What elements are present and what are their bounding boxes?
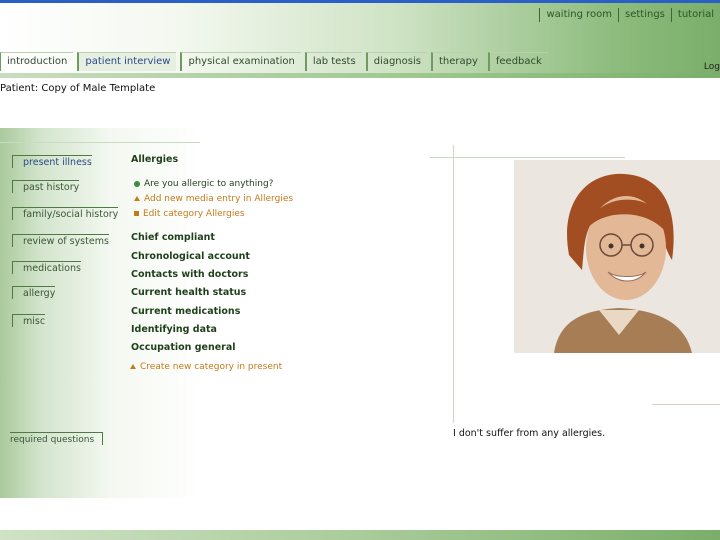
footer-bar — [0, 530, 720, 540]
triangle-up-icon — [134, 196, 140, 201]
question-label: Are you allergic to anything? — [144, 179, 274, 189]
triangle-up-icon — [130, 364, 136, 369]
patient-photo — [514, 160, 720, 353]
sidebar-item-past-history[interactable]: past history — [12, 180, 80, 193]
patient-title: Patient: Copy of Male Template — [0, 83, 156, 94]
header-bottom-bar — [0, 73, 720, 78]
sidebar-item-misc[interactable]: misc — [12, 314, 46, 327]
category-link-chief-compliant[interactable]: Chief compliant — [131, 232, 215, 243]
sidebar-top-divider — [0, 142, 200, 143]
add-media-link[interactable]: Add new media entry in Allergies — [134, 194, 293, 204]
main-tabs: introduction patient interview physical … — [0, 52, 552, 71]
util-link-tutorial[interactable]: tutorial — [670, 8, 720, 22]
answer-text: I don't suffer from any allergies. — [453, 428, 606, 439]
sidebar-item-allergy[interactable]: allergy — [12, 286, 56, 299]
tab-feedback[interactable]: feedback — [487, 52, 548, 71]
sidebar-item-family-social-history[interactable]: family/social history — [12, 207, 119, 220]
media-frame-bottom-line — [652, 404, 720, 405]
utility-nav: waiting room settings tutorial — [539, 8, 720, 22]
tab-diagnosis[interactable]: diagnosis — [365, 52, 427, 71]
green-dot-icon — [134, 180, 140, 187]
required-questions-link[interactable]: required questions — [10, 432, 104, 445]
category-link-current-medications[interactable]: Current medications — [131, 306, 240, 317]
add-media-label: Add new media entry in Allergies — [144, 194, 294, 204]
util-link-waiting-room[interactable]: waiting room — [539, 8, 618, 22]
edit-category-label: Edit category Allergies — [143, 209, 245, 219]
patient-portrait-image — [514, 160, 720, 353]
create-category-label: Create new category in present — [140, 362, 283, 372]
sidebar-item-medications[interactable]: medications — [12, 261, 81, 274]
sidebar-item-review-of-systems[interactable]: review of systems — [12, 234, 109, 247]
logout-link[interactable]: Log — [704, 62, 720, 72]
tab-patient-interview[interactable]: patient interview — [77, 52, 177, 71]
tab-physical-examination[interactable]: physical examination — [180, 52, 301, 71]
category-link-current-health-status[interactable]: Current health status — [131, 287, 246, 298]
square-icon — [134, 211, 139, 216]
edit-category-link[interactable]: Edit category Allergies — [134, 209, 245, 219]
category-link-contacts-with-doctors[interactable]: Contacts with doctors — [131, 269, 248, 280]
media-frame-top-line — [430, 157, 625, 158]
category-link-occupation-general[interactable]: Occupation general — [131, 342, 236, 353]
section-title: Allergies — [131, 154, 179, 165]
category-link-chronological-account[interactable]: Chronological account — [131, 251, 250, 262]
tab-introduction[interactable]: introduction — [0, 52, 74, 71]
tab-lab-tests[interactable]: lab tests — [304, 52, 362, 71]
tab-therapy[interactable]: therapy — [430, 52, 484, 71]
util-link-settings[interactable]: settings — [618, 8, 671, 22]
sidebar-item-present-illness[interactable]: present illness — [12, 155, 92, 168]
media-frame-vertical-line — [453, 145, 454, 423]
create-category-link[interactable]: Create new category in present — [130, 362, 282, 372]
question-item[interactable]: Are you allergic to anything? — [134, 179, 273, 189]
category-link-identifying-data[interactable]: Identifying data — [131, 324, 217, 335]
